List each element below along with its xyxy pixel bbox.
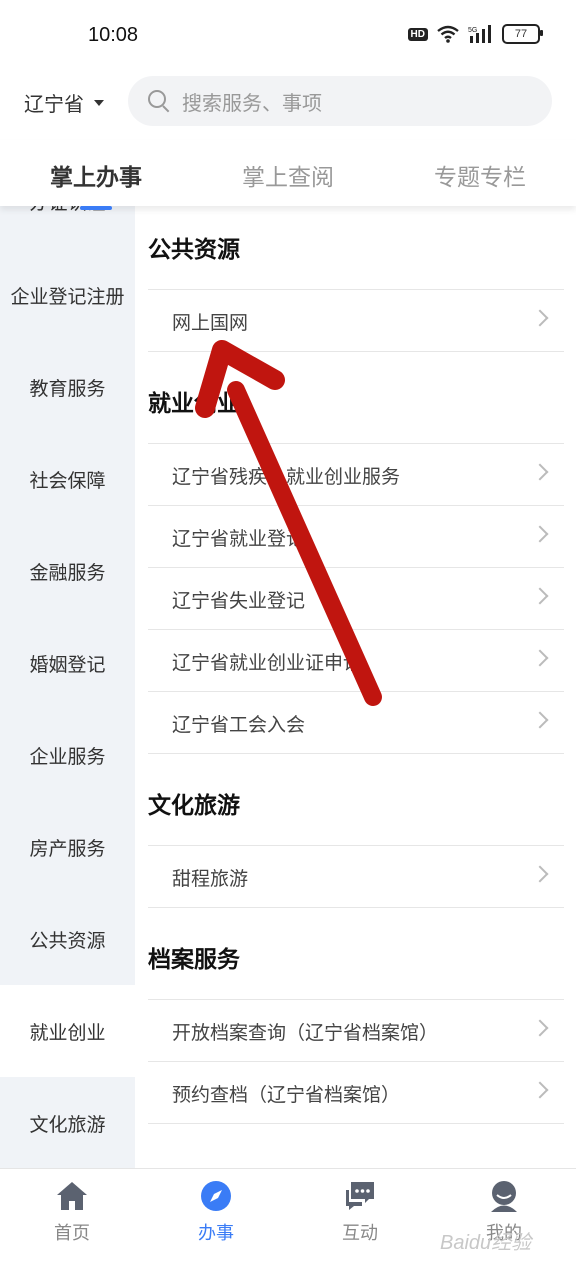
tab-online-query[interactable]: 掌上查阅 — [192, 140, 384, 206]
list-item-label: 开放档案查询（辽宁省档案馆） — [172, 1022, 439, 1044]
list-item[interactable]: 开放档案查询（辽宁省档案馆） — [148, 999, 564, 1061]
section-title: 档案服务 — [148, 947, 240, 973]
service-list: 公共资源 网上国网 就业创业 辽宁省残疾人就业创业服务 辽宁省就业登记 辽宁省失… — [135, 206, 576, 1168]
nav-home[interactable]: 首页 — [0, 1169, 144, 1281]
chevron-right-icon — [531, 711, 549, 729]
sidebar-item-finance[interactable]: 金融服务 — [0, 525, 135, 617]
chevron-right-icon — [531, 309, 549, 327]
sidebar-item-enterprise-service[interactable]: 企业服务 — [0, 709, 135, 801]
nav-profile[interactable]: 我的 — [432, 1169, 576, 1281]
status-bar: 10:08 HD 5G 77 — [0, 0, 576, 72]
nav-interaction[interactable]: 互动 — [288, 1169, 432, 1281]
nav-label: 首页 — [54, 1223, 90, 1244]
divider — [148, 1123, 564, 1124]
home-icon — [57, 1182, 87, 1210]
category-sidebar: 办证认证 企业登记注册 教育服务 社会保障 金融服务 婚姻登记 企业服务 房产服… — [0, 206, 135, 1168]
nav-label: 互动 — [342, 1223, 378, 1244]
list-item[interactable]: 辽宁省残疾人就业创业服务 — [148, 443, 564, 505]
list-item-label: 辽宁省就业登记 — [172, 528, 306, 550]
chevron-right-icon — [531, 587, 549, 605]
sidebar-item-culture-tourism[interactable]: 文化旅游 — [0, 1077, 135, 1168]
province-selector[interactable]: 辽宁省 — [24, 88, 104, 117]
signal-icon: 5G — [468, 25, 491, 43]
divider — [148, 907, 564, 908]
list-item[interactable]: 辽宁省就业登记 — [148, 505, 564, 567]
caret-down-icon — [94, 99, 104, 106]
chevron-right-icon — [531, 1081, 549, 1099]
chevron-right-icon — [531, 463, 549, 481]
list-item[interactable]: 网上国网 — [148, 289, 564, 351]
chat-icon — [346, 1182, 374, 1210]
section-title: 公共资源 — [148, 237, 240, 263]
battery-icon: 77 — [502, 24, 543, 44]
nav-services[interactable]: 办事 — [144, 1169, 288, 1281]
list-item[interactable]: 预约查档（辽宁省档案馆） — [148, 1061, 564, 1123]
tab-label: 掌上办事 — [50, 165, 142, 191]
list-item-label: 辽宁省就业创业证申请 — [172, 652, 363, 674]
sidebar-item-enterprise-registration[interactable]: 企业登记注册 — [0, 249, 135, 341]
status-icons: HD 5G 77 — [407, 24, 543, 44]
list-item-label: 辽宁省失业登记 — [172, 590, 306, 612]
wifi-icon — [437, 25, 459, 43]
list-item[interactable]: 甜程旅游 — [148, 845, 564, 907]
divider — [148, 753, 564, 754]
divider — [148, 351, 564, 352]
tab-bar: 掌上办事 掌上查阅 专题专栏 — [0, 140, 576, 210]
bottom-navigation: 首页 办事 互动 我的 — [0, 1168, 576, 1281]
sidebar-item-education[interactable]: 教育服务 — [0, 341, 135, 433]
hd-icon: HD — [407, 27, 428, 41]
list-item-label: 辽宁省工会入会 — [172, 714, 306, 736]
sidebar-item-partial[interactable]: 办证认证 — [0, 206, 135, 215]
sidebar-item-public-resources[interactable]: 公共资源 — [0, 893, 135, 985]
list-item-label: 网上国网 — [172, 312, 249, 334]
clock: 10:08 — [88, 24, 139, 46]
sidebar-item-real-estate[interactable]: 房产服务 — [0, 801, 135, 893]
list-item-label: 甜程旅游 — [172, 868, 249, 890]
sidebar-item-employment[interactable]: 就业创业 — [0, 985, 135, 1077]
tab-online-service[interactable]: 掌上办事 — [0, 140, 192, 210]
chevron-right-icon — [531, 865, 549, 883]
list-item[interactable]: 辽宁省就业创业证申请 — [148, 629, 564, 691]
compass-icon — [201, 1181, 231, 1211]
sidebar-item-marriage[interactable]: 婚姻登记 — [0, 617, 135, 709]
province-label: 辽宁省 — [24, 92, 84, 116]
list-item-label: 辽宁省残疾人就业创业服务 — [172, 466, 401, 488]
watermark: Baidu经验 — [440, 1232, 532, 1254]
chevron-right-icon — [531, 1019, 549, 1037]
search-icon — [148, 90, 170, 113]
section-title: 就业创业 — [148, 391, 240, 417]
list-item-label: 预约查档（辽宁省档案馆） — [172, 1084, 401, 1106]
nav-label: 办事 — [198, 1223, 234, 1244]
list-item[interactable]: 辽宁省工会入会 — [148, 691, 564, 753]
section-title: 文化旅游 — [148, 793, 240, 819]
search-bar[interactable]: 搜索服务、事项 — [128, 76, 552, 126]
chevron-right-icon — [531, 525, 549, 543]
tab-special-topics[interactable]: 专题专栏 — [384, 140, 576, 206]
tab-label: 专题专栏 — [434, 165, 526, 191]
sidebar-item-social-security[interactable]: 社会保障 — [0, 433, 135, 525]
active-tab-indicator — [80, 206, 112, 210]
user-icon — [491, 1181, 517, 1212]
top-bar: 辽宁省 搜索服务、事项 — [0, 72, 576, 132]
list-item[interactable]: 辽宁省失业登记 — [148, 567, 564, 629]
tab-label: 掌上查阅 — [242, 165, 334, 191]
search-placeholder: 搜索服务、事项 — [182, 90, 322, 115]
chevron-right-icon — [531, 649, 549, 667]
svg-text:5G: 5G — [468, 27, 477, 34]
